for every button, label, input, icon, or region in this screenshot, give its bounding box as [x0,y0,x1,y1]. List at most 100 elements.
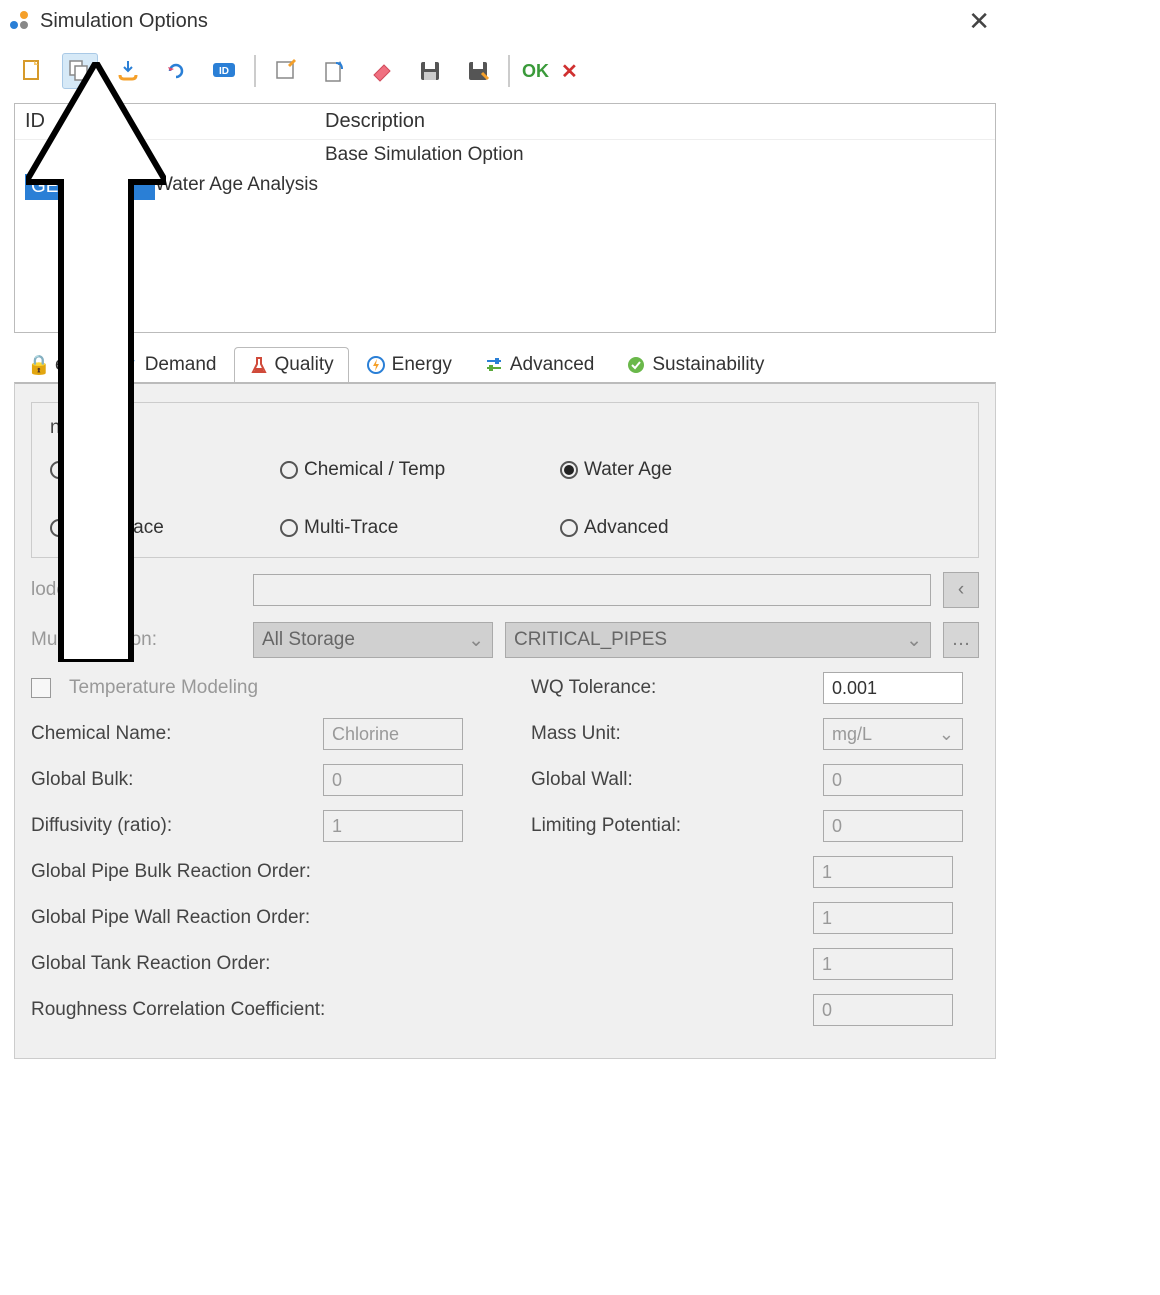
simulation-options-window: Simulation Options ✕ ID [0,0,1010,1130]
edit-button[interactable] [268,53,304,89]
row-id [25,144,325,166]
save-as-icon [466,59,490,83]
radio-sourcetrace[interactable]: urce Trace [50,517,280,539]
tab-demand[interactable]: Demand [104,347,232,382]
chem-name-label: Chemical Name: [31,723,311,745]
quality-panel: n ne Chemical / Temp Water Age urce Trac… [14,382,996,1059]
new-button[interactable] [14,53,50,89]
multitrace-browse-button[interactable]: … [943,622,979,658]
header-desc: Description [325,110,985,133]
global-wall-row: Global Wall: [531,764,979,796]
temp-modeling-row: Temperature Modeling [31,677,511,699]
options-list: ID Description Base Simulation Option GE… [14,103,996,333]
tab-energy[interactable]: Energy [351,347,467,382]
diffusivity-input [323,810,463,842]
radio-none[interactable]: ne [50,459,280,481]
copy-icon [68,59,92,83]
flask-icon [249,355,269,375]
mass-unit-label: Mass Unit: [531,723,811,745]
tab-advanced[interactable]: Advanced [469,347,610,382]
gpbr-label: Global Pipe Bulk Reaction Order: [31,861,801,883]
multitrace-label: Multi-Trace on: [31,629,241,651]
tab-sustainability[interactable]: Sustainability [611,347,779,382]
rcc-label: Roughness Correlation Coefficient: [31,999,801,1021]
trace-node-label: lode: [31,579,241,601]
chevron-down-icon: ⌄ [468,629,484,652]
chem-name-row: Chemical Name: [31,718,511,750]
wq-tol-input[interactable] [823,672,963,704]
list-row[interactable]: Base Simulation Option [15,140,995,170]
chevron-down-icon: ⌄ [939,724,954,745]
global-bulk-row: Global Bulk: [31,764,511,796]
radio-chemical[interactable]: Chemical / Temp [280,459,560,481]
gtr-input [813,948,953,980]
new-page-icon [20,59,44,83]
cancel-button[interactable]: ✕ [561,59,578,84]
copy-button[interactable] [62,53,98,89]
trace-node-field [253,574,931,606]
chevron-down-icon: ⌄ [906,629,922,652]
svg-text:ID: ID [219,66,229,77]
trace-node-browse-button[interactable]: ‹ [943,572,979,608]
wq-tol-row: WQ Tolerance: [531,672,979,704]
lock-icon: 🔒 [29,355,49,375]
limiting-input [823,810,963,842]
tab-quality[interactable]: Quality [234,347,349,382]
refresh-icon [164,59,188,83]
radio-advanced[interactable]: Advanced [560,517,760,539]
radio-multitrace[interactable]: Multi-Trace [280,517,560,539]
trace-node-row: lode: ‹ [31,572,979,608]
page-arrow-icon [322,59,346,83]
limiting-label: Limiting Potential: [531,815,811,837]
tab-general[interactable]: 🔒 eral [14,347,102,382]
sliders-icon [484,355,504,375]
gpwr-input [813,902,953,934]
page-import-button[interactable] [316,53,352,89]
id-tag-icon: ID [211,59,237,83]
global-wall-label: Global Wall: [531,769,811,791]
gpbr-input [813,856,953,888]
mass-unit-row: Mass Unit: mg/L⌄ [531,718,979,750]
window-title: Simulation Options [40,10,208,33]
gpwr-label: Global Pipe Wall Reaction Order: [31,907,801,929]
id-tag-button[interactable]: ID [206,53,242,89]
gpwr-row: Global Pipe Wall Reaction Order: [31,902,979,934]
radio-waterage[interactable]: Water Age [560,459,760,481]
bolt-icon [366,355,386,375]
tab-strip: 🔒 eral Demand Quality Energy Advanced Su… [14,347,996,382]
save-as-button[interactable] [460,53,496,89]
save-button[interactable] [412,53,448,89]
wq-tol-label: WQ Tolerance: [531,677,811,699]
titlebar: Simulation Options ✕ [0,0,1010,43]
row-desc: Base Simulation Option [325,144,985,166]
temp-modeling-checkbox[interactable] [31,678,51,698]
diffusivity-label: Diffusivity (ratio): [31,815,311,837]
global-wall-input [823,764,963,796]
multitrace-pipes-select[interactable]: CRITICAL_PIPES⌄ [505,622,931,658]
toolbar: ID OK ✕ [0,43,1010,99]
refresh-button[interactable] [158,53,194,89]
toolbar-divider [254,55,256,87]
close-button[interactable]: ✕ [958,6,1000,37]
limiting-row: Limiting Potential: [531,810,979,842]
chem-name-input [323,718,463,750]
eraser-icon [370,59,394,83]
global-bulk-label: Global Bulk: [31,769,311,791]
import-icon [116,59,140,83]
erase-button[interactable] [364,53,400,89]
import-button[interactable] [110,53,146,89]
app-icon [10,11,32,33]
check-circle-icon [626,355,646,375]
demand-icon [119,355,139,375]
mass-unit-select: mg/L⌄ [823,718,963,750]
multitrace-storage-select[interactable]: All Storage⌄ [253,622,493,658]
gtr-row: Global Tank Reaction Order: [31,948,979,980]
ok-button[interactable]: OK [522,61,549,82]
list-header: ID Description [15,104,995,140]
edit-icon [274,59,298,83]
list-row[interactable]: GE Water Age Analysis [15,170,995,204]
rcc-input [813,994,953,1026]
row-desc: Water Age Analysis [155,174,985,200]
gtr-label: Global Tank Reaction Order: [31,953,801,975]
diffusivity-row: Diffusivity (ratio): [31,810,511,842]
